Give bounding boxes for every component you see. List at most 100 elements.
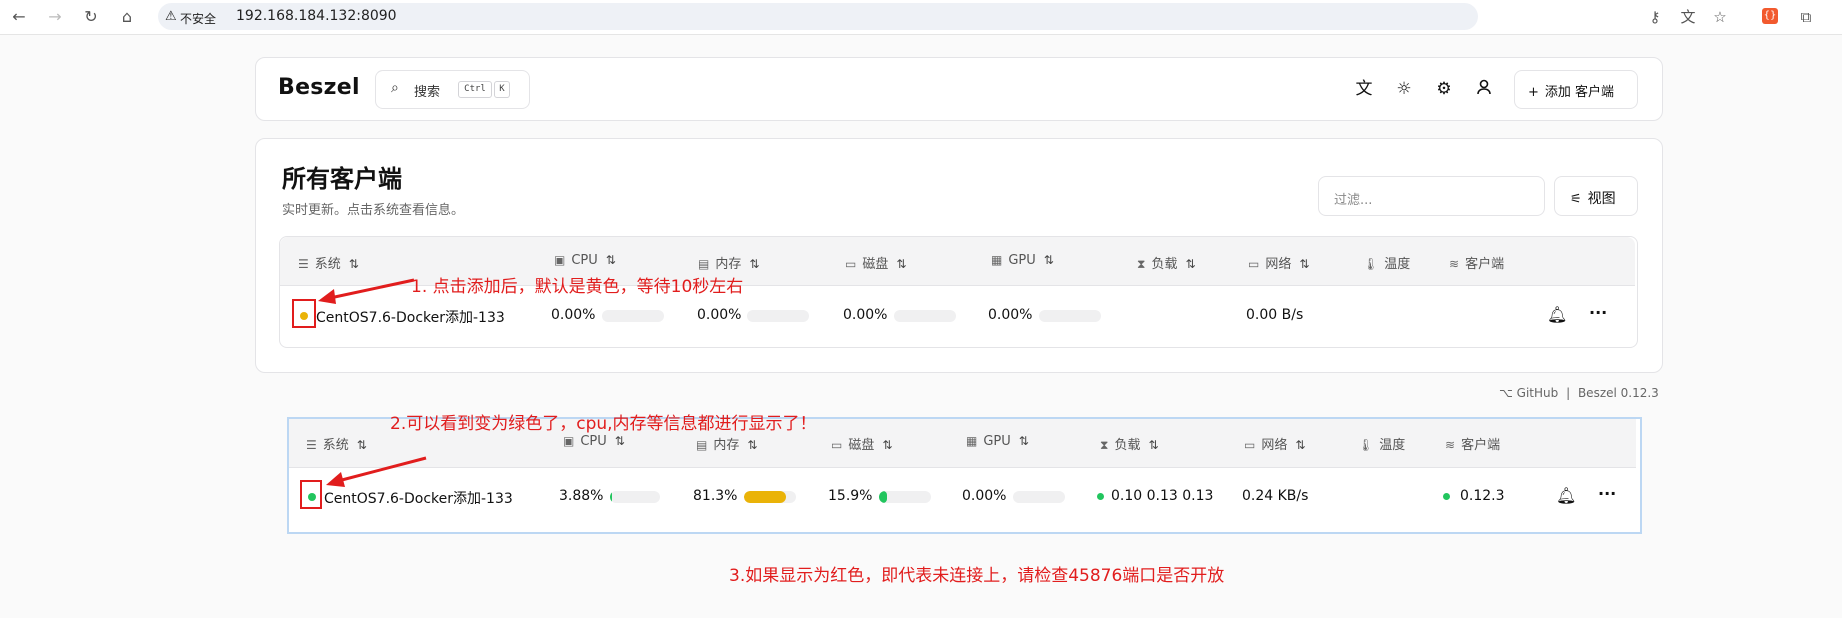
language-icon[interactable]: 文 xyxy=(1353,78,1375,100)
agent-version: 0.12.3 xyxy=(1460,488,1505,504)
col-disk-label: 磁盘 xyxy=(848,438,875,453)
extensions-puzzle-icon[interactable]: ⧉ xyxy=(1796,7,1816,27)
page-subtitle: 实时更新。点击系统查看信息。 xyxy=(282,203,465,218)
bell-icon[interactable]: 🔔︎ xyxy=(1547,305,1567,324)
url-text[interactable]: 192.168.184.132:8090 xyxy=(236,8,397,24)
reload-icon[interactable]: ↻ xyxy=(80,6,102,28)
settings-gear-icon[interactable]: ⚙ xyxy=(1433,78,1455,100)
more-icon[interactable]: ··· xyxy=(1589,303,1607,322)
col-gpu[interactable]: ▦ GPU ⇅ xyxy=(991,253,1054,268)
disk-value: 15.9% xyxy=(828,488,873,504)
gpu-icon: ▦ xyxy=(991,253,1003,267)
col-cpu-label: CPU xyxy=(571,253,598,268)
memory-icon: ▤ xyxy=(698,257,710,271)
network-icon: ▭ xyxy=(1244,438,1256,452)
translate-icon[interactable]: 文 xyxy=(1678,7,1698,27)
sort-icon: ⇅ xyxy=(747,438,758,452)
load-status-dot xyxy=(1097,493,1104,500)
wifi-icon: ≋ xyxy=(1445,438,1456,452)
memory-value: 81.3% xyxy=(693,488,738,504)
col-memory-label: 内存 xyxy=(713,438,740,453)
page-title: 所有客户端 xyxy=(282,165,402,193)
search-placeholder: 搜索 xyxy=(414,85,441,100)
system-name[interactable]: CentOS7.6-Docker添加-133 xyxy=(324,488,513,508)
col-agent-label: 客户端 xyxy=(1461,438,1501,453)
col-temp-label: 温度 xyxy=(1379,438,1406,453)
footer: ⌥ GitHub | Beszel 0.12.3 xyxy=(1499,386,1659,400)
user-icon[interactable] xyxy=(1473,78,1495,100)
col-disk[interactable]: ▭ 磁盘 ⇅ xyxy=(831,434,892,453)
forward-icon[interactable]: → xyxy=(44,6,66,28)
sort-icon: ⇅ xyxy=(1295,438,1306,452)
hourglass-icon: ⧗ xyxy=(1100,438,1109,452)
search-icon: ⌕ xyxy=(391,80,399,96)
filter-placeholder: 过滤... xyxy=(1334,193,1373,208)
star-icon[interactable]: ☆ xyxy=(1710,7,1730,27)
col-system[interactable]: ☰ 系统 ⇅ xyxy=(306,434,367,453)
col-network[interactable]: ▭ 网络 ⇅ xyxy=(1248,253,1309,272)
col-load-label: 负载 xyxy=(1114,438,1141,453)
col-system[interactable]: ☰ 系统 ⇅ xyxy=(298,253,359,272)
thermometer-icon: 🌡 xyxy=(1363,257,1379,271)
thermometer-icon: 🌡 xyxy=(1358,438,1374,452)
col-cpu[interactable]: ▣ CPU ⇅ xyxy=(563,434,625,449)
server-icon: ☰ xyxy=(306,438,317,452)
view-label: 视图 xyxy=(1587,191,1616,207)
load-value: 0.10 0.13 0.13 xyxy=(1111,488,1214,504)
sort-icon: ⇅ xyxy=(1043,253,1054,267)
col-memory[interactable]: ▤ 内存 ⇅ xyxy=(696,434,757,453)
extension-icon[interactable]: {} xyxy=(1762,8,1778,24)
system-name[interactable]: CentOS7.6-Docker添加-133 xyxy=(316,307,505,327)
col-network-label: 网络 xyxy=(1261,438,1288,453)
col-agent[interactable]: ≋ 客户端 xyxy=(1449,253,1504,272)
col-temp-label: 温度 xyxy=(1384,257,1411,272)
home-icon[interactable]: ⌂ xyxy=(116,6,138,28)
col-network-label: 网络 xyxy=(1265,257,1292,272)
col-load[interactable]: ⧗ 负载 ⇅ xyxy=(1137,253,1196,272)
gpu-icon: ▦ xyxy=(966,434,978,448)
memory-bar xyxy=(747,310,809,322)
highlight-box xyxy=(300,480,322,509)
add-client-text: 添加 客户端 xyxy=(1544,85,1615,100)
agent-status-dot xyxy=(1443,493,1450,500)
col-cpu[interactable]: ▣ CPU ⇅ xyxy=(554,253,616,268)
sort-icon: ⇅ xyxy=(1148,438,1159,452)
bell-icon[interactable]: 🔔︎ xyxy=(1556,486,1576,505)
back-icon[interactable]: ← xyxy=(8,6,30,28)
col-memory[interactable]: ▤ 内存 ⇅ xyxy=(698,253,759,272)
annotation-arrow-1 xyxy=(318,278,415,304)
key-icon[interactable]: ⚷ xyxy=(1645,7,1665,27)
github-link[interactable]: GitHub xyxy=(1517,386,1559,400)
memory-value: 0.00% xyxy=(697,307,742,323)
memory-bar-fill xyxy=(744,491,787,503)
col-temp[interactable]: 🌡 温度 xyxy=(1363,253,1410,272)
col-agent[interactable]: ≋ 客户端 xyxy=(1445,434,1500,453)
sort-icon: ⇅ xyxy=(896,257,907,271)
cpu-icon: ▣ xyxy=(554,253,566,267)
memory-icon: ▤ xyxy=(696,438,708,452)
app-logo[interactable]: Beszel xyxy=(278,75,360,100)
footer-separator: | xyxy=(1566,386,1571,400)
sort-icon: ⇅ xyxy=(605,253,616,267)
view-button-label: ⚟ 视图 xyxy=(1570,188,1616,208)
annotation-arrow-2 xyxy=(326,456,427,487)
col-disk[interactable]: ▭ 磁盘 ⇅ xyxy=(845,253,906,272)
version-link[interactable]: Beszel 0.12.3 xyxy=(1578,386,1659,400)
col-gpu[interactable]: ▦ GPU ⇅ xyxy=(966,434,1029,449)
add-client-label: + 添加 客户端 xyxy=(1528,81,1614,100)
col-network[interactable]: ▭ 网络 ⇅ xyxy=(1244,434,1305,453)
more-icon[interactable]: ··· xyxy=(1598,484,1616,503)
hourglass-icon: ⧗ xyxy=(1137,257,1146,271)
wifi-icon: ≋ xyxy=(1449,257,1460,271)
sort-icon: ⇅ xyxy=(1018,434,1029,448)
gpu-bar xyxy=(1039,310,1101,322)
col-temp[interactable]: 🌡 温度 xyxy=(1358,434,1405,453)
col-memory-label: 内存 xyxy=(715,257,742,272)
cpu-value: 0.00% xyxy=(551,307,596,323)
col-load[interactable]: ⧗ 负载 ⇅ xyxy=(1100,434,1159,453)
theme-sun-icon[interactable]: ☼ xyxy=(1393,78,1415,100)
annotation-note-3: 3.如果显示为红色，即代表未连接上，请检查45876端口是否开放 xyxy=(729,566,1225,586)
sort-icon: ⇅ xyxy=(1299,257,1310,271)
disk-value: 0.00% xyxy=(843,307,888,323)
security-label[interactable]: 不安全 xyxy=(180,10,216,27)
